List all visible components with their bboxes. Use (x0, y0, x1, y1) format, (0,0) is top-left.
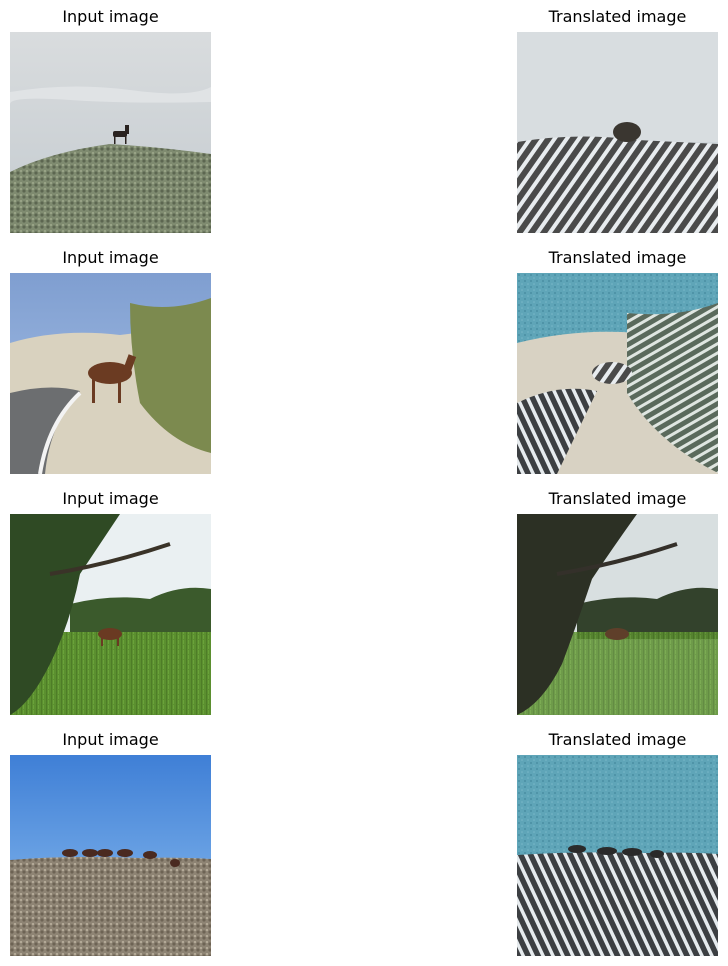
input-image-title: Input image (62, 7, 159, 26)
translated-image-title: Translated image (548, 730, 687, 749)
input-image-1 (10, 32, 211, 233)
translated-image-1 (517, 32, 718, 233)
input-image-4 (10, 755, 211, 956)
translated-image-3 (517, 514, 718, 715)
translated-image-2 (517, 273, 718, 474)
translated-image-4 (517, 755, 718, 956)
input-image-3 (10, 514, 211, 715)
translated-image-title: Translated image (548, 248, 687, 267)
input-image-2 (10, 273, 211, 474)
input-image-title: Input image (62, 730, 159, 749)
input-image-title: Input image (62, 248, 159, 267)
input-image-title: Input image (62, 489, 159, 508)
translated-image-title: Translated image (548, 7, 687, 26)
translated-image-title: Translated image (548, 489, 687, 508)
